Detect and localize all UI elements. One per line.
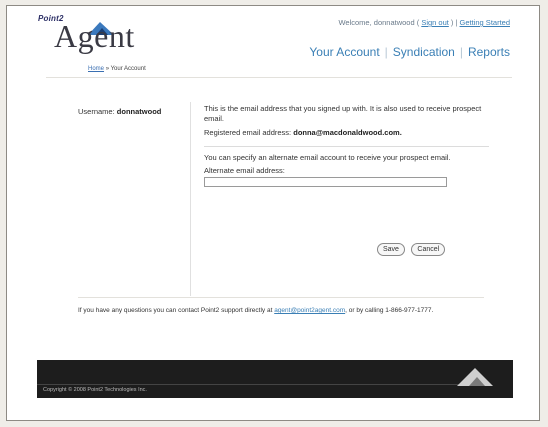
alternate-email-note: You can specify an alternate email accou… xyxy=(204,153,451,162)
support-divider xyxy=(78,297,484,298)
email-note: This is the email address that you signe… xyxy=(204,104,482,123)
registered-email-label: Registered email address: xyxy=(204,128,292,137)
sign-out-link[interactable]: Sign out xyxy=(421,18,449,27)
breadcrumb-separator: » xyxy=(105,66,110,72)
agent-logo[interactable]: Point2 Agent xyxy=(36,12,176,72)
nav-reports[interactable]: Reports xyxy=(468,45,510,59)
form-buttons: Save Cancel xyxy=(375,238,446,256)
getting-started-link[interactable]: Getting Started xyxy=(460,18,510,27)
registered-email-period: . xyxy=(399,128,402,137)
logo-agent-text: Agent xyxy=(54,18,135,54)
nav-your-account[interactable]: Your Account xyxy=(309,45,379,59)
nav-divider: | xyxy=(459,45,463,59)
username-label: Username: xyxy=(78,107,115,116)
save-button[interactable]: Save xyxy=(377,243,405,256)
registered-email-value: donna@macdonaldwood.com xyxy=(293,128,400,137)
alternate-email-input[interactable] xyxy=(204,177,447,187)
footer-bar: Copyright © 2008 Point2 Technologies Inc… xyxy=(37,360,513,398)
support-prefix: If you have any questions you can contac… xyxy=(78,307,275,314)
breadcrumb-home-link[interactable]: Home xyxy=(88,66,104,72)
username-row: Username: donnatwood xyxy=(78,107,161,116)
welcome-text: Welcome, donnatwood ( xyxy=(338,18,422,27)
section-divider xyxy=(204,146,489,147)
header-divider xyxy=(46,77,512,78)
registered-email-row: Registered email address: donna@macdonal… xyxy=(204,128,489,138)
page: Point2 Agent Home » Your Account Welcome… xyxy=(36,12,512,393)
username-value: donnatwood xyxy=(116,107,162,116)
breadcrumb-current: Your Account xyxy=(110,66,146,72)
column-divider xyxy=(190,102,191,296)
welcome-separator: ) | xyxy=(448,18,460,27)
nav-divider: | xyxy=(384,45,388,59)
email-settings: This is the email address that you signe… xyxy=(204,104,489,187)
support-suffix: , or by calling 1-866-977-1777. xyxy=(345,307,434,314)
cancel-button[interactable]: Cancel xyxy=(411,243,446,256)
nav-syndication[interactable]: Syndication xyxy=(393,45,455,59)
welcome-bar: Welcome, donnatwood ( Sign out ) | Getti… xyxy=(338,18,510,27)
breadcrumb: Home » Your Account xyxy=(88,66,146,72)
footer-line xyxy=(37,384,473,385)
support-email-link[interactable]: agent@point2agent.com xyxy=(274,307,345,314)
alternate-email-label: Alternate email address: xyxy=(204,166,285,175)
main-nav: Your Account | Syndication | Reports xyxy=(309,45,510,59)
support-text: If you have any questions you can contac… xyxy=(78,306,498,315)
mountain-icon xyxy=(457,368,493,386)
copyright-text: Copyright © 2008 Point2 Technologies Inc… xyxy=(43,387,147,393)
